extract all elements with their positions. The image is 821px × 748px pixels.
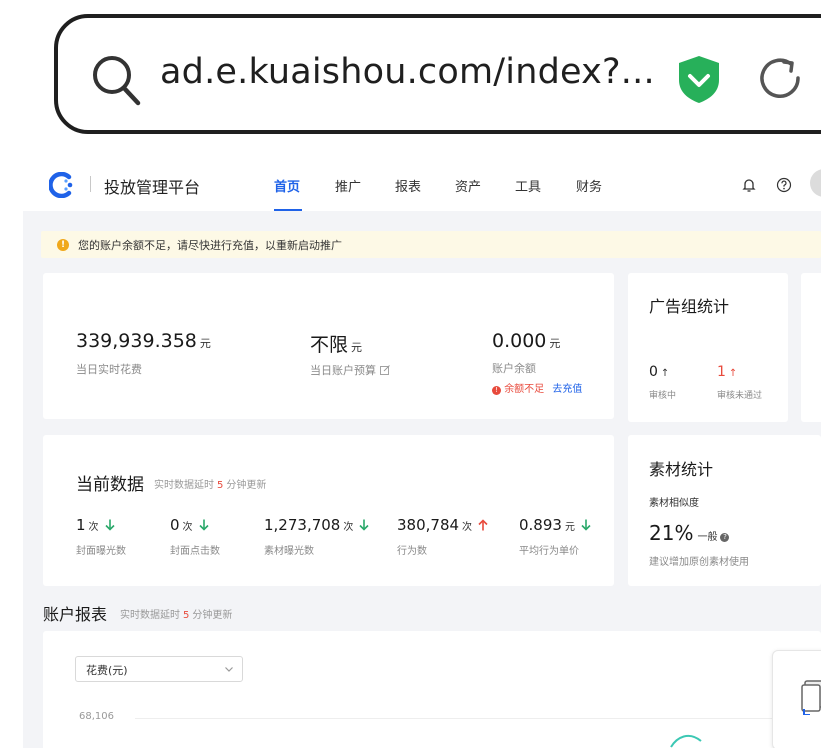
adgroup-stats-card: 广告组统计 0 ↑ 审核中 1 ↑ 审核未通过 [628, 273, 788, 422]
current-data-title: 当前数据 [76, 475, 144, 495]
metric-value: 380,784 次 [397, 516, 488, 534]
balance-label: 账户余额 [492, 362, 536, 375]
spend-label: 当日实时花费 [76, 363, 142, 376]
chart-gridline [135, 718, 821, 719]
reviewing-label: 审核中 [649, 391, 677, 401]
metric-value: 1次 [76, 516, 115, 534]
nav-tab-reports[interactable]: 报表 [395, 176, 421, 195]
metric-select[interactable]: 花费(元) [75, 656, 243, 682]
y-axis-tick: 68,106 [79, 711, 114, 722]
arrow-down-icon [198, 519, 209, 531]
bell-icon[interactable] [741, 177, 757, 193]
balance-warning-text: 余额不足 [504, 384, 545, 395]
kuaishou-logo-icon[interactable] [49, 172, 75, 198]
metric-value: 0.893 元 [519, 516, 591, 534]
shield-check-icon[interactable] [676, 54, 722, 104]
document-icon[interactable] [801, 679, 821, 715]
balance-amount: 0.000 元 [492, 330, 561, 352]
budget-label[interactable]: 当日账户预算 [310, 362, 390, 378]
warning-icon: ! [57, 239, 69, 251]
rejected-label: 审核未通过 [717, 391, 763, 401]
chart-line-partial [670, 734, 702, 748]
arrow-down-icon [581, 519, 591, 531]
nav-tab-tools[interactable]: 工具 [515, 176, 541, 195]
brand-name: 投放管理平台 [104, 178, 201, 197]
info-icon[interactable]: ? [720, 533, 730, 542]
help-icon[interactable] [776, 177, 792, 193]
reload-icon[interactable] [758, 56, 804, 102]
metric-select-value: 花费(元) [86, 664, 128, 677]
metric-label: 封面曝光数 [76, 546, 126, 557]
reviewing-count[interactable]: 0 ↑ [649, 364, 669, 380]
current-data-card: 当前数据 实时数据延时 5 分钟更新 1次 封面曝光数 0次 封面点击数 1,273… [43, 435, 614, 586]
notice-text: 您的账户余额不足，请尽快进行充值，以重新启动推广 [78, 239, 342, 252]
rejected-count[interactable]: 1 ↑ [717, 364, 737, 380]
avatar[interactable] [810, 169, 821, 197]
account-summary-card: 339,939.358 元 当日实时花费 不限元 当日账户预算 0.000 元 账户… [43, 273, 614, 419]
spend-amount: 339,939.358 元 [76, 330, 211, 352]
metric-value: 1,273,708 次 [264, 516, 369, 534]
search-icon [93, 56, 141, 106]
adgroup-stats-title: 广告组统计 [649, 297, 730, 316]
arrow-down-icon [359, 519, 369, 531]
nav-tab-assets[interactable]: 资产 [455, 176, 481, 195]
url-text[interactable]: ad.e.kuaishou.com/index?... [160, 52, 655, 92]
similarity-label: 素材相似度 [649, 498, 699, 509]
nav-tab-finance[interactable]: 财务 [576, 176, 602, 195]
budget-amount: 不限元 [310, 334, 363, 356]
address-bar[interactable]: ad.e.kuaishou.com/index?... [54, 14, 821, 134]
app-page: 投放管理平台 首页 推广 报表 资产 工具 财务 ! 您的账户余额不足，请尽快进… [23, 155, 821, 748]
account-report-note: 实时数据延时 5 分钟更新 [120, 610, 233, 621]
recharge-link[interactable]: 去充值 [552, 384, 582, 395]
account-report-title: 账户报表 [43, 605, 108, 624]
current-data-note: 实时数据延时 5 分钟更新 [154, 480, 267, 491]
material-stats-title: 素材统计 [649, 460, 714, 479]
balance-warning-row: ! 余额不足 去充值 [492, 380, 582, 395]
similarity-value: 21% 一般? [649, 521, 730, 545]
metric-label: 封面点击数 [170, 546, 220, 557]
nav-tab-promotion[interactable]: 推广 [335, 176, 361, 195]
nav-divider [90, 176, 91, 192]
arrow-down-icon [104, 519, 115, 531]
similarity-suggestion: 建议增加原创素材使用 [649, 557, 749, 568]
balance-notice: ! 您的账户余额不足，请尽快进行充值，以重新启动推广 [41, 231, 821, 258]
arrow-up-icon [478, 519, 488, 531]
metric-label: 素材曝光数 [264, 546, 314, 557]
metric-value: 0次 [170, 516, 209, 534]
material-stats-card: 素材统计 素材相似度 21% 一般? 建议增加原创素材使用 [628, 435, 821, 586]
metric-label: 平均行为单价 [519, 546, 579, 557]
chevron-down-icon [225, 667, 233, 672]
active-tab-indicator [274, 209, 302, 211]
error-icon: ! [492, 386, 501, 395]
metric-label: 行为数 [397, 546, 427, 557]
nav-tab-home[interactable]: 首页 [274, 176, 300, 195]
edit-icon[interactable] [380, 365, 390, 375]
top-nav: 投放管理平台 首页 推广 报表 资产 工具 财务 [23, 155, 821, 211]
floating-side-panel[interactable] [772, 650, 821, 748]
next-card-partial [801, 273, 821, 422]
